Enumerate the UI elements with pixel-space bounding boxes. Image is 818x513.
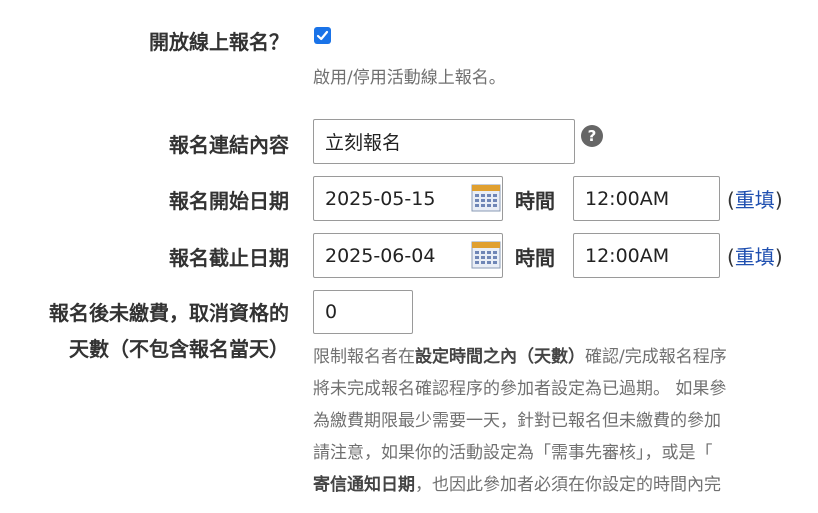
end-reset-open: ( [727,245,735,269]
start-reset-link[interactable]: 重填 [735,188,775,212]
start-time-input[interactable]: 12:00AM [573,176,720,221]
end-time-value: 12:00AM [585,244,670,267]
end-date-label: 報名截止日期 [169,246,289,270]
link-content-input[interactable]: 立刻報名 [313,119,575,164]
end-reset: (重填) [727,241,783,270]
unpaid-cancel-label-line2: 天數（不包含報名當天） [69,337,289,361]
end-date-value: 2025-06-04 [325,244,436,267]
question-circle-icon[interactable]: ? [581,125,603,147]
calendar-icon[interactable] [471,240,501,270]
checkmark-icon [316,30,329,41]
start-date-label: 報名開始日期 [169,189,289,213]
open-registration-help: 啟用/停用活動線上報名。 [313,68,506,88]
start-time-value: 12:00AM [585,187,670,210]
start-date-value: 2025-05-15 [325,187,436,210]
start-reset: (重填) [727,184,783,213]
desc-line-2: 將未完成報名確認程序的參加者設定為已過期。 如果參 [313,379,727,399]
start-reset-open: ( [727,188,735,212]
open-registration-checkbox[interactable] [314,27,331,44]
unpaid-cancel-days-value: 0 [325,301,338,323]
desc-text: 確認/完成報名程序 [585,347,727,367]
calendar-icon[interactable] [471,183,501,213]
desc-line-3: 為繳費期限最少需要一天，針對已報名但未繳費的參加 [313,411,721,431]
end-reset-close: ) [774,245,783,269]
unpaid-cancel-label-line1: 報名後未繳費，取消資格的 [49,301,289,325]
end-time-label: 時間 [515,246,555,270]
start-time-label: 時間 [515,189,555,213]
unpaid-cancel-description: 限制報名者在設定時間之內（天數）確認/完成報名程序 將未完成報名確認程序的參加者… [313,341,818,501]
desc-bold: 設定時間之內（天數） [415,347,585,367]
desc-bold: 寄信通知日期 [313,475,415,495]
unpaid-cancel-days-input[interactable]: 0 [313,290,413,334]
desc-line-1: 限制報名者在設定時間之內（天數）確認/完成報名程序 [313,341,818,373]
desc-line-5: 寄信通知日期，也因此參加者必須在你設定的時間內完 [313,469,818,501]
desc-text: ，也因此參加者必須在你設定的時間內完 [415,475,721,495]
end-time-input[interactable]: 12:00AM [573,233,720,278]
desc-text: 限制報名者在 [313,347,415,367]
open-registration-label: 開放線上報名？ [149,30,289,54]
start-reset-close: ) [774,188,783,212]
end-reset-link[interactable]: 重填 [735,245,775,269]
link-content-label: 報名連結內容 [169,133,289,157]
link-content-value: 立刻報名 [325,132,402,154]
desc-line-4: 請注意，如果你的活動設定為「需事先審核」，或是「 [313,443,713,463]
